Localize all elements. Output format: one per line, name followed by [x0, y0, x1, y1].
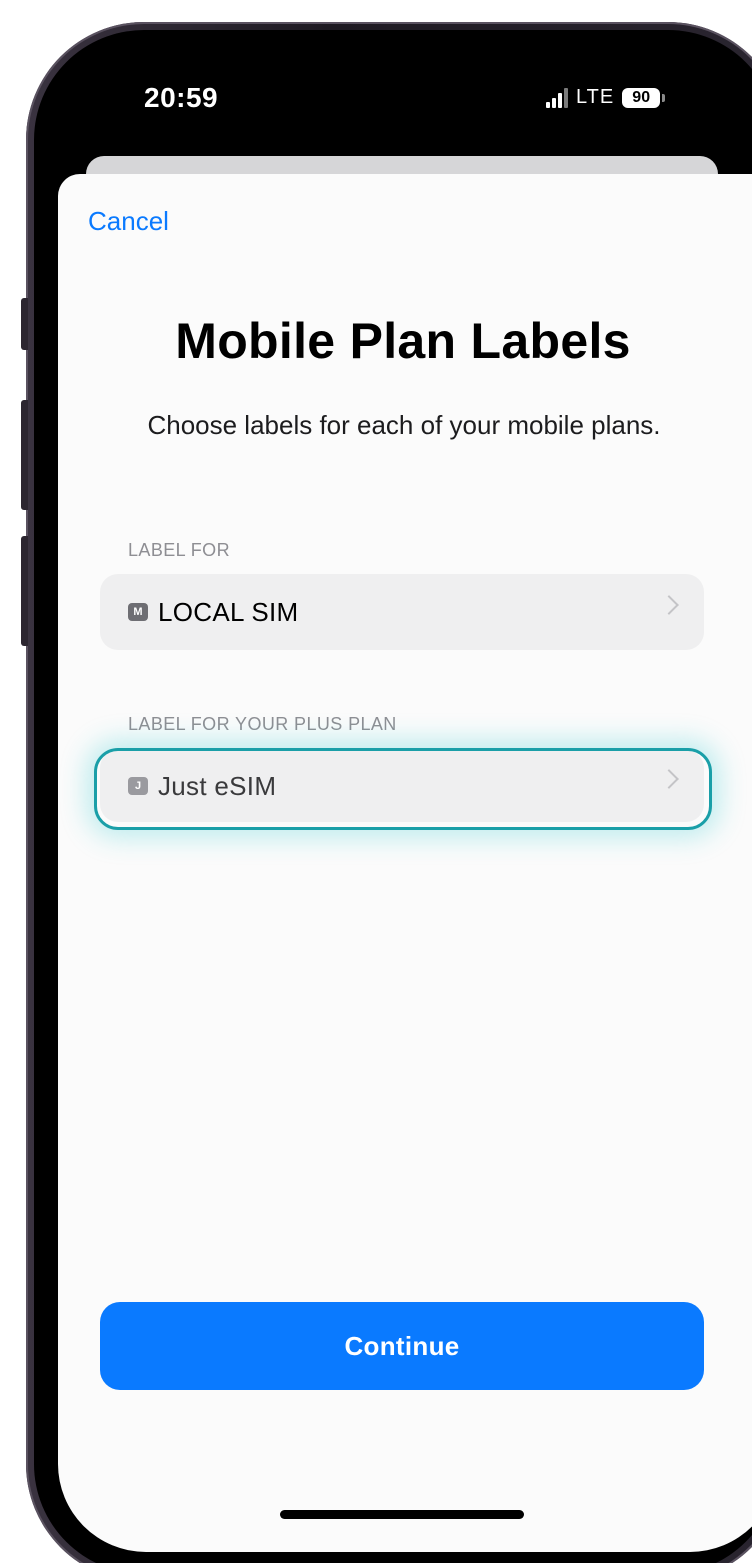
section-label-local: LABEL FOR	[128, 540, 230, 560]
network-type: LTE	[576, 86, 615, 108]
plan-badge-icon: J	[128, 777, 148, 795]
chevron-right-icon	[659, 769, 679, 789]
plan-label: LOCAL SIM	[158, 596, 299, 627]
phone-screen: 20:59 LTE 90 Cancel Mobile Plan Labels C…	[58, 52, 752, 1552]
page-title: Mobile Plan Labels	[175, 313, 631, 369]
plan-badge-icon: M	[128, 603, 148, 621]
volume-down-button	[21, 536, 28, 646]
battery-level: 90	[632, 88, 651, 106]
mobile-plan-labels-sheet: Cancel Mobile Plan Labels Choose labels …	[58, 174, 752, 1552]
section-label-plus: LABEL FOR YOUR PLUS PLAN	[128, 714, 397, 734]
page: 20:59 LTE 90 Cancel Mobile Plan Labels C…	[0, 0, 752, 1563]
home-indicator[interactable]	[280, 1510, 524, 1519]
battery-icon: 90	[622, 87, 661, 108]
chevron-right-icon	[659, 595, 679, 615]
status-time: 20:59	[144, 82, 219, 113]
battery-tip	[662, 93, 666, 102]
volume-up-button	[21, 400, 28, 510]
page-subtitle: Choose labels for each of your mobile pl…	[147, 410, 661, 440]
silent-switch	[21, 298, 28, 350]
cancel-button[interactable]: Cancel	[88, 206, 169, 237]
plan-row-local-sim[interactable]: M LOCAL SIM	[100, 574, 704, 650]
continue-button[interactable]: Continue	[100, 1302, 704, 1390]
status-indicators: LTE 90	[546, 86, 666, 109]
plan-label: Just eSIM	[158, 770, 277, 801]
cellular-signal-icon	[546, 87, 568, 108]
plan-row-just-esim[interactable]: J Just eSIM	[100, 750, 704, 822]
